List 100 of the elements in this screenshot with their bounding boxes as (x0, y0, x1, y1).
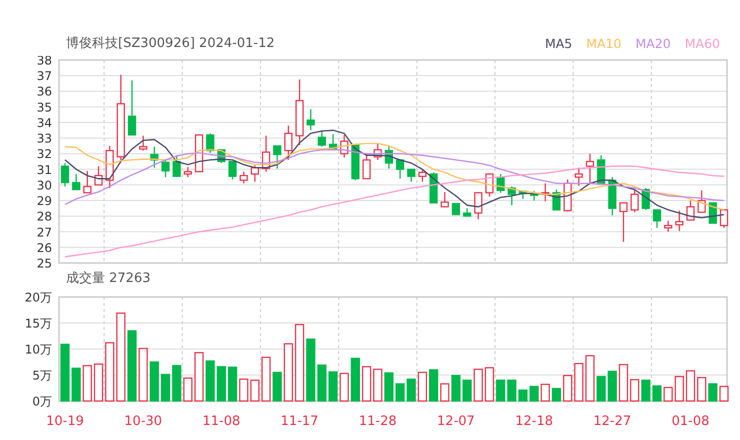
candlestick (306, 109, 315, 130)
candlestick (184, 166, 192, 178)
legend-label: MA60 (684, 35, 720, 53)
volume-bar (618, 364, 628, 402)
candlestick (652, 209, 662, 228)
candlestick (362, 154, 371, 180)
candlestick (630, 190, 639, 212)
candlestick (384, 146, 394, 169)
volume-bar (474, 368, 483, 402)
candlestick (452, 203, 460, 216)
volume-bar (540, 384, 550, 402)
volume-bar (507, 380, 516, 402)
volume-bar (596, 376, 606, 402)
volume-bar (194, 352, 204, 402)
volume-bar (82, 365, 92, 402)
candlestick (374, 144, 382, 160)
axis-tick-label: 33 (36, 132, 52, 146)
volume-bar (518, 389, 528, 402)
candlestick (340, 134, 348, 158)
volume-bar (719, 386, 729, 402)
candlestick (574, 168, 583, 186)
volume-bar (228, 366, 238, 402)
volume-bar (60, 344, 70, 402)
candlestick (686, 200, 695, 221)
axis-tick-label: 32 (36, 147, 52, 162)
volume-bar (317, 364, 326, 402)
volume-bar (261, 356, 271, 402)
volume-bar (150, 361, 159, 402)
date-label: 11-28 (358, 414, 397, 429)
volume-bar (160, 374, 170, 402)
volume-bar (272, 372, 282, 402)
axis-tick-label: 25 (36, 256, 52, 268)
candlestick (60, 163, 70, 186)
axis-tick-label: 31 (36, 162, 52, 177)
candlestick (150, 146, 158, 168)
volume-bar (172, 365, 182, 402)
candlestick (351, 144, 360, 180)
candlestick (586, 154, 594, 183)
volume-title: 成交量 27263 (66, 270, 150, 288)
candlestick (83, 170, 92, 194)
volume-bar (462, 380, 472, 402)
axis-tick-label: 27 (36, 225, 52, 240)
candlestick (139, 136, 148, 151)
axis-tick-label: 35 (36, 100, 52, 114)
candlestick (619, 202, 628, 242)
candlestick (262, 136, 270, 172)
volume-bar (138, 348, 148, 402)
candlestick (128, 80, 136, 136)
volume-bar (406, 378, 416, 402)
date-label: 01-08 (672, 414, 710, 429)
volume-bar (451, 374, 461, 402)
volume-bar (216, 366, 226, 402)
volume-bar (664, 386, 673, 402)
candlestick (496, 174, 505, 193)
date-label: 10-30 (124, 414, 162, 429)
candlestick (328, 134, 338, 150)
volume-bar (440, 383, 450, 402)
volume-bar (127, 330, 137, 402)
candlestick (430, 172, 438, 204)
candlestick (284, 126, 292, 160)
volume-bar (563, 374, 572, 402)
volume-bar (306, 338, 316, 402)
candlestick (295, 80, 304, 146)
volume-bar (630, 379, 640, 402)
volume-bar (641, 380, 650, 402)
candlestick (273, 145, 282, 169)
volume-bar (328, 371, 338, 402)
volume-bar (530, 386, 539, 402)
candlestick (407, 168, 416, 182)
axis-tick-label: 0万 (32, 394, 52, 408)
volume-bar (574, 362, 584, 402)
volume-bar (250, 380, 260, 402)
volume-bar (484, 367, 494, 402)
candlestick (194, 134, 204, 172)
candlestick (206, 133, 214, 153)
volume-bar (552, 388, 562, 402)
legend-label: MA5 (544, 35, 572, 53)
legend-label: MA10 (586, 35, 622, 53)
volume-bar (362, 366, 372, 402)
volume-bar (686, 370, 696, 402)
volume-bar (585, 355, 595, 402)
date-label: 12-07 (437, 414, 475, 429)
candlestick (172, 155, 181, 177)
axis-tick-label: 29 (36, 194, 52, 208)
candlestick (240, 172, 248, 184)
volume-bar (94, 363, 104, 402)
candlestick (675, 210, 684, 231)
axis-tick-label: 15万 (24, 316, 52, 330)
axis-tick-label: 20万 (24, 292, 52, 304)
volume-bar (239, 378, 248, 402)
candlestick (698, 190, 706, 213)
candlestick (474, 192, 482, 220)
axis-tick-label: 26 (36, 240, 52, 255)
candlestick (72, 174, 80, 190)
volume-bar (708, 383, 718, 402)
volume-bar (429, 369, 438, 402)
volume-bar (674, 376, 684, 402)
volume-bar (284, 343, 293, 402)
candlestick (94, 166, 103, 186)
volume-bar (652, 385, 662, 402)
